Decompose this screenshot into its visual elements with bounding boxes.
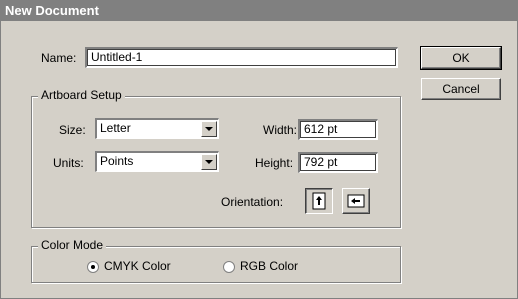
- size-label: Size:: [59, 123, 86, 137]
- cmyk-label: CMYK Color: [104, 259, 171, 273]
- cmyk-radio[interactable]: [87, 261, 99, 273]
- cancel-button[interactable]: Cancel: [421, 78, 501, 100]
- dropdown-arrow-icon[interactable]: [201, 154, 217, 170]
- units-value: Points: [100, 154, 134, 168]
- dropdown-arrow-icon[interactable]: [201, 121, 217, 137]
- artboard-setup-legend: Artboard Setup: [38, 88, 125, 102]
- dialog-title: New Document: [1, 1, 517, 21]
- ok-button[interactable]: OK: [420, 46, 502, 70]
- name-input[interactable]: Untitled-1: [85, 47, 398, 68]
- size-value: Letter: [100, 121, 131, 135]
- portrait-orientation-icon: [312, 192, 326, 210]
- orientation-label: Orientation:: [221, 195, 284, 209]
- height-label: Height:: [255, 156, 294, 170]
- size-select[interactable]: Letter: [95, 118, 219, 139]
- landscape-orientation-icon: [347, 194, 365, 208]
- units-select[interactable]: Points: [95, 151, 219, 172]
- width-label: Width:: [263, 123, 298, 137]
- rgb-radio[interactable]: [223, 261, 235, 273]
- height-input[interactable]: 792 pt: [298, 152, 378, 173]
- portrait-orientation-button[interactable]: [305, 188, 333, 214]
- rgb-label: RGB Color: [240, 259, 299, 273]
- width-input[interactable]: 612 pt: [298, 119, 378, 140]
- color-mode-legend: Color Mode: [38, 238, 107, 252]
- units-label: Units:: [53, 156, 84, 170]
- name-label: Name:: [41, 51, 77, 65]
- new-document-dialog: New Document Name: Untitled-1 OK Cancel …: [0, 0, 518, 299]
- landscape-orientation-button[interactable]: [342, 188, 370, 214]
